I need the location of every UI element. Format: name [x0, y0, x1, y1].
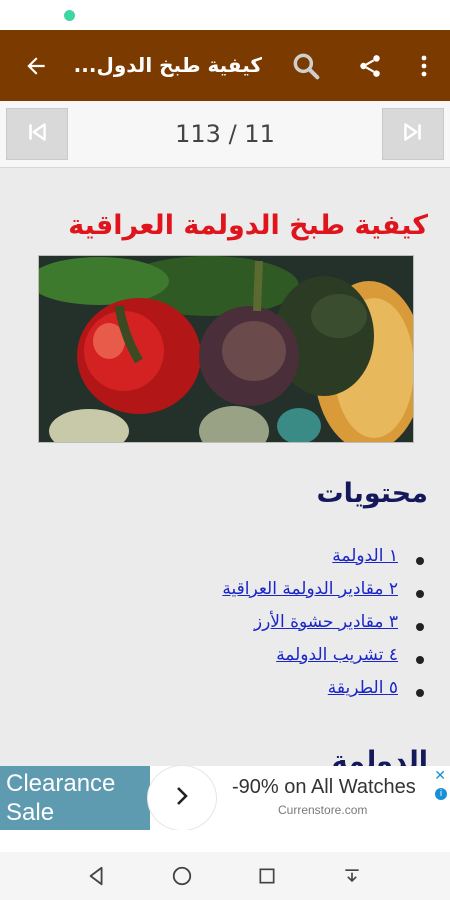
ad-domain: Currenstore.com: [278, 803, 368, 817]
last-page-button[interactable]: [382, 108, 444, 160]
ad-banner[interactable]: Clearance Sale -90% on All Watches Curre…: [0, 766, 450, 830]
section-heading: الدولمة: [331, 746, 428, 766]
dolma-photo: [38, 255, 414, 443]
toc-link-dolma[interactable]: ١ الدولمة: [332, 546, 398, 566]
chevron-right-icon: [170, 784, 194, 812]
last-page-icon: [400, 119, 426, 149]
toc-item: ٤ تشريب الدولمة: [222, 645, 424, 678]
nav-hide-bar-icon[interactable]: [322, 852, 382, 900]
ad-headline-panel[interactable]: Clearance Sale: [0, 766, 150, 830]
app-bar: كيفية طبخ الدول...: [0, 30, 450, 101]
article-title: كيفية طبخ الدولمة العراقية: [68, 210, 428, 241]
toc-item: ١ الدولمة: [222, 546, 424, 579]
toc-link-ingredients[interactable]: ٢ مقادير الدولمة العراقية: [222, 579, 398, 599]
share-icon[interactable]: [348, 30, 392, 101]
ad-choices-icon[interactable]: i: [435, 788, 447, 800]
nav-back-icon[interactable]: [67, 852, 127, 900]
toc-item: ٣ مقادير حشوة الأرز: [222, 612, 424, 645]
article-content[interactable]: كيفية طبخ الدولمة العراقية محتويات ١ الد…: [0, 168, 450, 766]
ad-close-icon[interactable]: ✕: [434, 768, 446, 784]
search-icon[interactable]: [284, 30, 328, 101]
first-page-icon: [24, 119, 50, 149]
page-navigator: 113 / 11: [0, 101, 450, 168]
arrow-back-icon[interactable]: [14, 30, 58, 101]
app-bar-title: كيفية طبخ الدول...: [73, 53, 262, 77]
system-nav-bar: [0, 852, 450, 900]
ad-offer: -90% on All Watches: [232, 776, 416, 798]
spacer: [0, 830, 450, 852]
ad-headline: Clearance Sale: [6, 770, 116, 826]
status-notification-dot: [64, 10, 75, 21]
toc-list: ١ الدولمة ٢ مقادير الدولمة العراقية ٣ مق…: [222, 546, 424, 711]
toc-item: ٥ الطريقة: [222, 678, 424, 711]
more-vert-icon[interactable]: [404, 30, 444, 101]
first-page-button[interactable]: [6, 108, 68, 160]
toc-link-method[interactable]: ٥ الطريقة: [328, 678, 398, 698]
nav-recents-icon[interactable]: [237, 852, 297, 900]
toc-heading: محتويات: [316, 478, 428, 509]
nav-home-icon[interactable]: [152, 852, 212, 900]
ad-open-button[interactable]: [148, 766, 216, 830]
toc-link-soaking[interactable]: ٤ تشريب الدولمة: [276, 645, 398, 665]
toc-link-rice-filling[interactable]: ٣ مقادير حشوة الأرز: [254, 612, 398, 632]
toc-item: ٢ مقادير الدولمة العراقية: [222, 579, 424, 612]
status-bar: [0, 0, 450, 30]
